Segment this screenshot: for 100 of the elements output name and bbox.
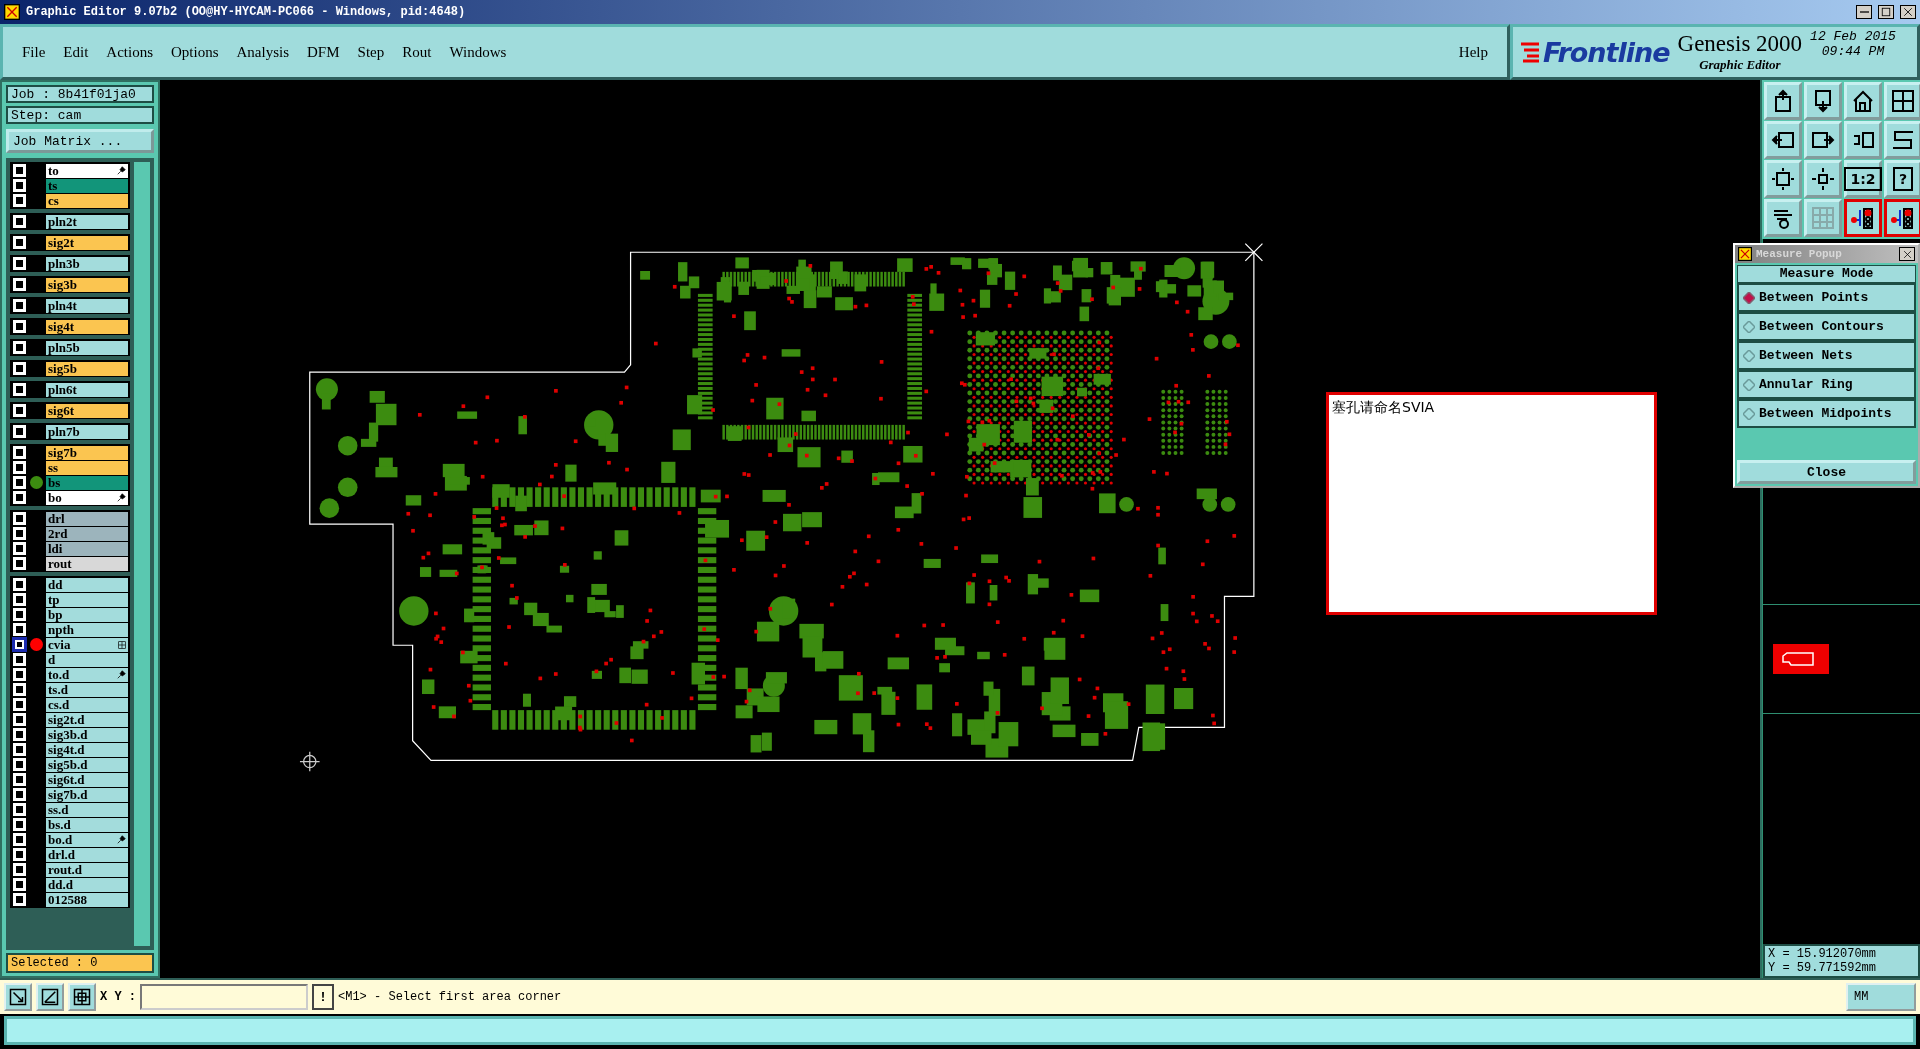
angle-arrow-icon [41,988,59,1006]
time-text: 09:44 PM [1821,44,1885,59]
layer-checkbox[interactable] [13,638,26,651]
tool-button[interactable] [68,983,96,1011]
menu-item[interactable]: File [15,39,53,65]
layer-name: sig3b.d [48,727,88,742]
layer-cell[interactable]: ss.d [46,802,128,817]
menu-item[interactable]: DFM [300,39,347,65]
toolbar-button[interactable] [1844,199,1882,237]
layer-name: bs.d [48,817,71,832]
layer-cell[interactable]: ts.d [46,682,128,697]
measure-option[interactable]: Between Contours [1737,312,1916,341]
layer-cell[interactable]: dd.d [46,877,128,892]
close-button[interactable] [1899,247,1915,261]
layer-name: drl [48,511,65,526]
tool-button[interactable] [4,983,32,1011]
layer-cell[interactable]: bo [46,490,128,505]
layer-cell[interactable]: sig5b [46,361,128,376]
layer-cell[interactable]: sig6t [46,403,128,418]
menu-item[interactable]: Windows [442,39,514,65]
toolbar-button[interactable]: ? [1884,160,1920,198]
layer-cell[interactable]: ldi [46,541,128,556]
menu-item[interactable]: Edit [56,39,96,65]
alert-button[interactable]: ! [312,984,334,1010]
y-coordinate: Y = 59.771592mm [1768,961,1878,975]
layer-cell[interactable]: pln4t [46,298,128,313]
layer-cell[interactable]: 012588 [46,892,128,907]
menu-item[interactable]: Options [164,39,226,65]
measure-option[interactable]: Between Nets [1737,341,1916,370]
layer-name: ts.d [48,682,68,697]
maximize-button[interactable] [1878,5,1894,19]
layer-cell[interactable]: tp [46,592,128,607]
app-icon [1738,247,1752,261]
layer-cell[interactable]: dd [46,577,128,592]
layer-name: sig5b [48,361,77,376]
help-menu[interactable]: Help [1451,39,1495,65]
layer-cell[interactable]: ss [46,460,128,475]
close-icon [1902,249,1912,259]
layer-cell[interactable]: to.d [46,667,128,682]
layer-name: to [48,163,59,178]
layer-cell[interactable]: sig6t.d [46,772,128,787]
layer-cell[interactable]: sig7b [46,445,128,460]
menu-item[interactable]: Rout [395,39,439,65]
measure-option[interactable]: Annular Ring [1737,370,1916,399]
layer-name: pln7b [48,424,80,439]
selected-count: Selected : 0 [6,953,154,973]
layer-cell[interactable]: sig3b.d [46,727,128,742]
layer-name: npth [48,622,75,637]
close-button[interactable] [1900,5,1916,19]
minimize-button[interactable] [1856,5,1872,19]
layer-cell[interactable]: sig2t [46,235,128,250]
layer-cell[interactable]: pln3b [46,256,128,271]
measure-option[interactable]: Between Midpoints [1737,399,1916,428]
layer-cell[interactable]: to [46,163,128,178]
layer-cell[interactable]: bo.d [46,832,128,847]
layer-cell[interactable]: sig7b.d [46,787,128,802]
tool-button[interactable] [36,983,64,1011]
product-subtitle: Graphic Editor [1699,57,1781,73]
close-popup-button[interactable]: Close [1737,460,1916,484]
menu-item[interactable]: Step [350,39,392,65]
job-matrix-button[interactable]: Job Matrix ... [6,129,154,153]
layer-cell[interactable]: pln6t [46,382,128,397]
layer-name: d [48,652,56,667]
layer-name: 2rd [48,526,68,541]
layer-name: sig2t [48,235,74,250]
xy-input-field[interactable] [140,984,308,1010]
layer-name: sig4t.d [48,742,85,757]
layer-cell[interactable]: pln5b [46,340,128,355]
toolbar-button[interactable]: 1:2 [1844,160,1882,198]
layer-cell[interactable]: ts [46,178,128,193]
layer-cell[interactable]: sig5b.d [46,757,128,772]
layer-cell[interactable]: sig4t [46,319,128,334]
layer-cell[interactable]: pln7b [46,424,128,439]
layer-cell[interactable]: npth [46,622,128,637]
units-dropdown[interactable]: MM [1846,983,1916,1011]
move-icon [1811,167,1835,191]
layer-cell[interactable]: cvia [46,637,128,652]
layer-cell[interactable]: cs [46,193,128,208]
menu-item[interactable]: Actions [99,39,160,65]
board-thumbnail-icon [1773,644,1829,674]
layer-cell[interactable]: 2rd [46,526,128,541]
layer-cell[interactable]: sig2t.d [46,712,128,727]
layer-cell[interactable]: rout [46,556,128,571]
toolbar-button[interactable] [1884,199,1920,237]
layer-cell[interactable]: pln2t [46,214,128,229]
layer-name: ss [48,460,59,475]
layer-cell[interactable]: drl [46,511,128,526]
layer-cell[interactable]: bs.d [46,817,128,832]
layer-cell[interactable]: drl.d [46,847,128,862]
layer-name: drl.d [48,847,76,862]
layer-cell[interactable]: sig3b [46,277,128,292]
layer-cell[interactable]: sig4t.d [46,742,128,757]
layer-cell[interactable]: bs [46,475,128,490]
layer-cell[interactable]: d [46,652,128,667]
layer-cell[interactable]: rout.d [46,862,128,877]
menu-item[interactable]: Analysis [229,39,297,65]
measure-option[interactable]: Between Points [1737,283,1916,312]
layer-cell[interactable]: bp [46,607,128,622]
brand-logo: Frontline [1543,36,1670,68]
layer-cell[interactable]: cs.d [46,697,128,712]
